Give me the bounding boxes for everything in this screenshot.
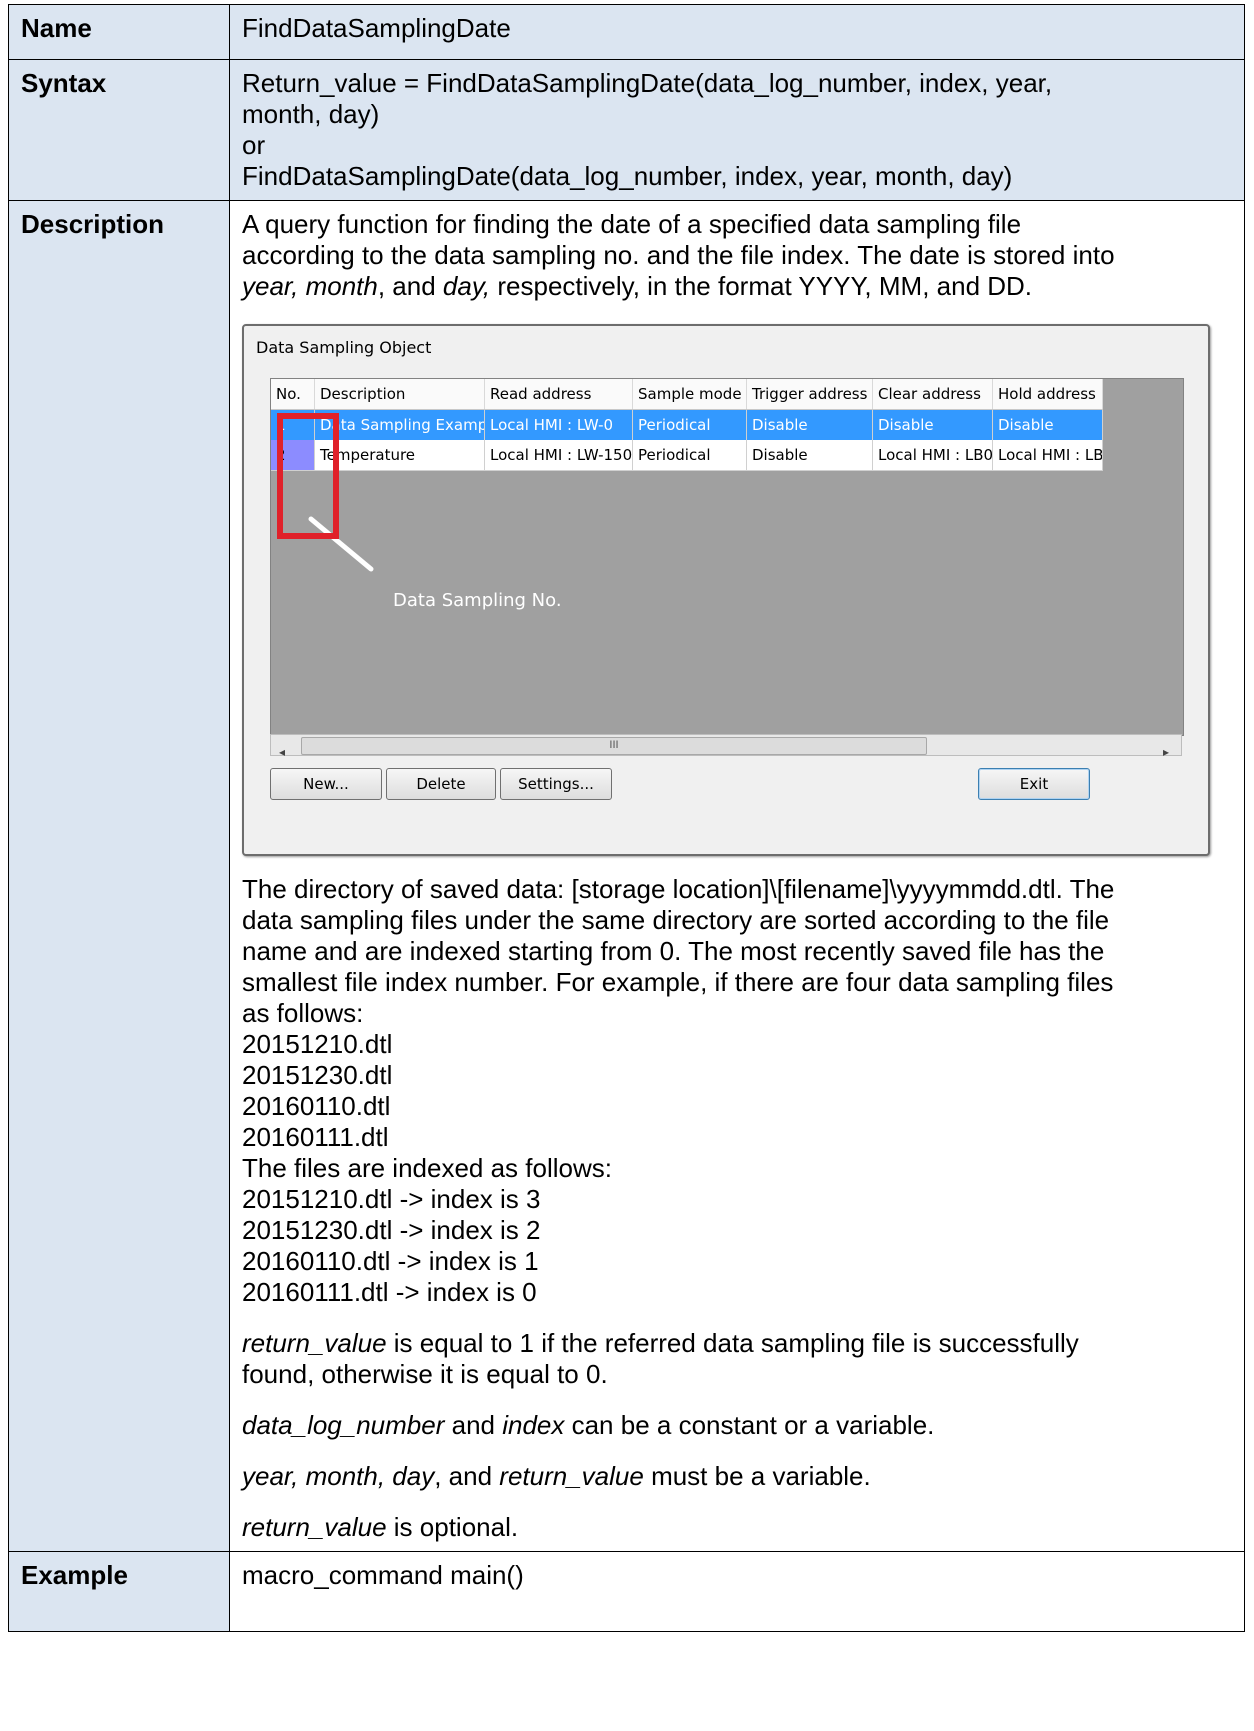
syntax-text: Return_value = FindDataSamplingDate(data… bbox=[229, 59, 1245, 201]
note-italic: return_value bbox=[242, 1512, 387, 1542]
note-text: , and bbox=[434, 1461, 500, 1491]
exit-button[interactable]: Exit bbox=[978, 768, 1090, 800]
note-text: is optional. bbox=[386, 1512, 519, 1542]
note-italic: data_log_number bbox=[242, 1410, 445, 1440]
note-line: year, month, day, and return_value must … bbox=[242, 1461, 1232, 1492]
syntax-line: month, day) bbox=[242, 99, 380, 129]
description-row: Description A query function for finding… bbox=[8, 200, 1245, 1552]
syntax-line: Return_value = FindDataSamplingDate(data… bbox=[242, 68, 1053, 98]
detail-line: name and are indexed starting from 0. Th… bbox=[242, 936, 1105, 966]
name-label: Name bbox=[8, 4, 230, 60]
example-label: Example bbox=[8, 1551, 230, 1632]
note-text: and bbox=[444, 1410, 503, 1440]
data-sampling-dialog-screenshot: Data Sampling Object No. Description Rea… bbox=[242, 324, 1210, 856]
detail-line: 20160111.dtl -> index is 0 bbox=[242, 1277, 537, 1307]
name-row: Name FindDataSamplingDate bbox=[8, 4, 1245, 60]
description-intro: A query function for finding the date of… bbox=[242, 209, 1232, 302]
dialog-title: Data Sampling Object bbox=[256, 338, 432, 357]
intro-text: , and bbox=[377, 271, 443, 301]
settings-button[interactable]: Settings... bbox=[500, 768, 612, 800]
note-italic: return_value bbox=[499, 1461, 644, 1491]
scroll-right-icon[interactable]: ▸ bbox=[1163, 737, 1169, 768]
data-sampling-list: No. Description Read address Sample mode… bbox=[270, 378, 1184, 736]
intro-line: A query function for finding the date of… bbox=[242, 209, 1022, 239]
note-italic: year, month, day bbox=[242, 1461, 435, 1491]
detail-line: 20160111.dtl bbox=[242, 1122, 389, 1152]
syntax-line: or bbox=[242, 130, 266, 160]
scroll-thumb[interactable]: III bbox=[301, 737, 927, 755]
note-line: return_value is optional. bbox=[242, 1512, 1232, 1543]
intro-text: respectively, in the format YYYY, MM, an… bbox=[490, 271, 1033, 301]
syntax-row: Syntax Return_value = FindDataSamplingDa… bbox=[8, 59, 1245, 201]
note-text: must be a variable. bbox=[643, 1461, 871, 1491]
detail-line: 20151210.dtl -> index is 3 bbox=[242, 1184, 541, 1214]
note-line: return_value is equal to 1 if the referr… bbox=[242, 1328, 1232, 1359]
note-parameters: data_log_number and index can be a const… bbox=[242, 1410, 1232, 1441]
callout-label: Data Sampling No. bbox=[393, 590, 562, 611]
detail-line: 20160110.dtl -> index is 1 bbox=[242, 1246, 539, 1276]
note-line: data_log_number and index can be a const… bbox=[242, 1410, 1232, 1441]
detail-line: 20151210.dtl bbox=[242, 1029, 393, 1059]
note-variables: year, month, day, and return_value must … bbox=[242, 1461, 1232, 1492]
delete-button[interactable]: Delete bbox=[386, 768, 496, 800]
detail-line: 20151230.dtl bbox=[242, 1060, 393, 1090]
detail-line: smallest file index number. For example,… bbox=[242, 967, 1114, 997]
detail-line: 20151230.dtl -> index is 2 bbox=[242, 1215, 541, 1245]
detail-line: The directory of saved data: [storage lo… bbox=[242, 874, 1115, 904]
example-code: macro_command main() bbox=[229, 1551, 1245, 1632]
horizontal-scrollbar[interactable]: ◂ III ▸ bbox=[270, 734, 1182, 759]
detail-line: data sampling files under the same direc… bbox=[242, 905, 1110, 935]
callout-pointer-line bbox=[308, 516, 374, 572]
function-reference-table: Name FindDataSamplingDate Syntax Return_… bbox=[8, 4, 1245, 1632]
description-label: Description bbox=[8, 200, 230, 1552]
description-body: A query function for finding the date of… bbox=[229, 200, 1245, 1552]
intro-line: according to the data sampling no. and t… bbox=[242, 240, 1115, 270]
scroll-left-icon[interactable]: ◂ bbox=[279, 737, 285, 768]
intro-italic: year, month bbox=[242, 271, 378, 301]
syntax-line: FindDataSamplingDate(data_log_number, in… bbox=[242, 161, 1013, 191]
example-row: Example macro_command main() bbox=[8, 1551, 1245, 1632]
highlight-box bbox=[277, 413, 339, 539]
intro-line: year, month, and day, respectively, in t… bbox=[242, 271, 1232, 302]
note-line: found, otherwise it is equal to 0. bbox=[242, 1359, 608, 1389]
new-button[interactable]: New... bbox=[270, 768, 382, 800]
note-text: is equal to 1 if the referred data sampl… bbox=[386, 1328, 1079, 1358]
intro-italic: day, bbox=[442, 271, 491, 301]
detail-line: 20160110.dtl bbox=[242, 1091, 391, 1121]
note-italic: return_value bbox=[242, 1328, 387, 1358]
note-optional: return_value is optional. bbox=[242, 1512, 1232, 1543]
note-italic: index bbox=[502, 1410, 565, 1440]
syntax-label: Syntax bbox=[8, 59, 230, 201]
description-details: The directory of saved data: [storage lo… bbox=[242, 874, 1232, 1308]
note-text: can be a constant or a variable. bbox=[564, 1410, 935, 1440]
detail-line: The files are indexed as follows: bbox=[242, 1153, 612, 1183]
function-name: FindDataSamplingDate bbox=[229, 4, 1245, 60]
note-return-value: return_value is equal to 1 if the referr… bbox=[242, 1328, 1232, 1390]
detail-line: as follows: bbox=[242, 998, 364, 1028]
